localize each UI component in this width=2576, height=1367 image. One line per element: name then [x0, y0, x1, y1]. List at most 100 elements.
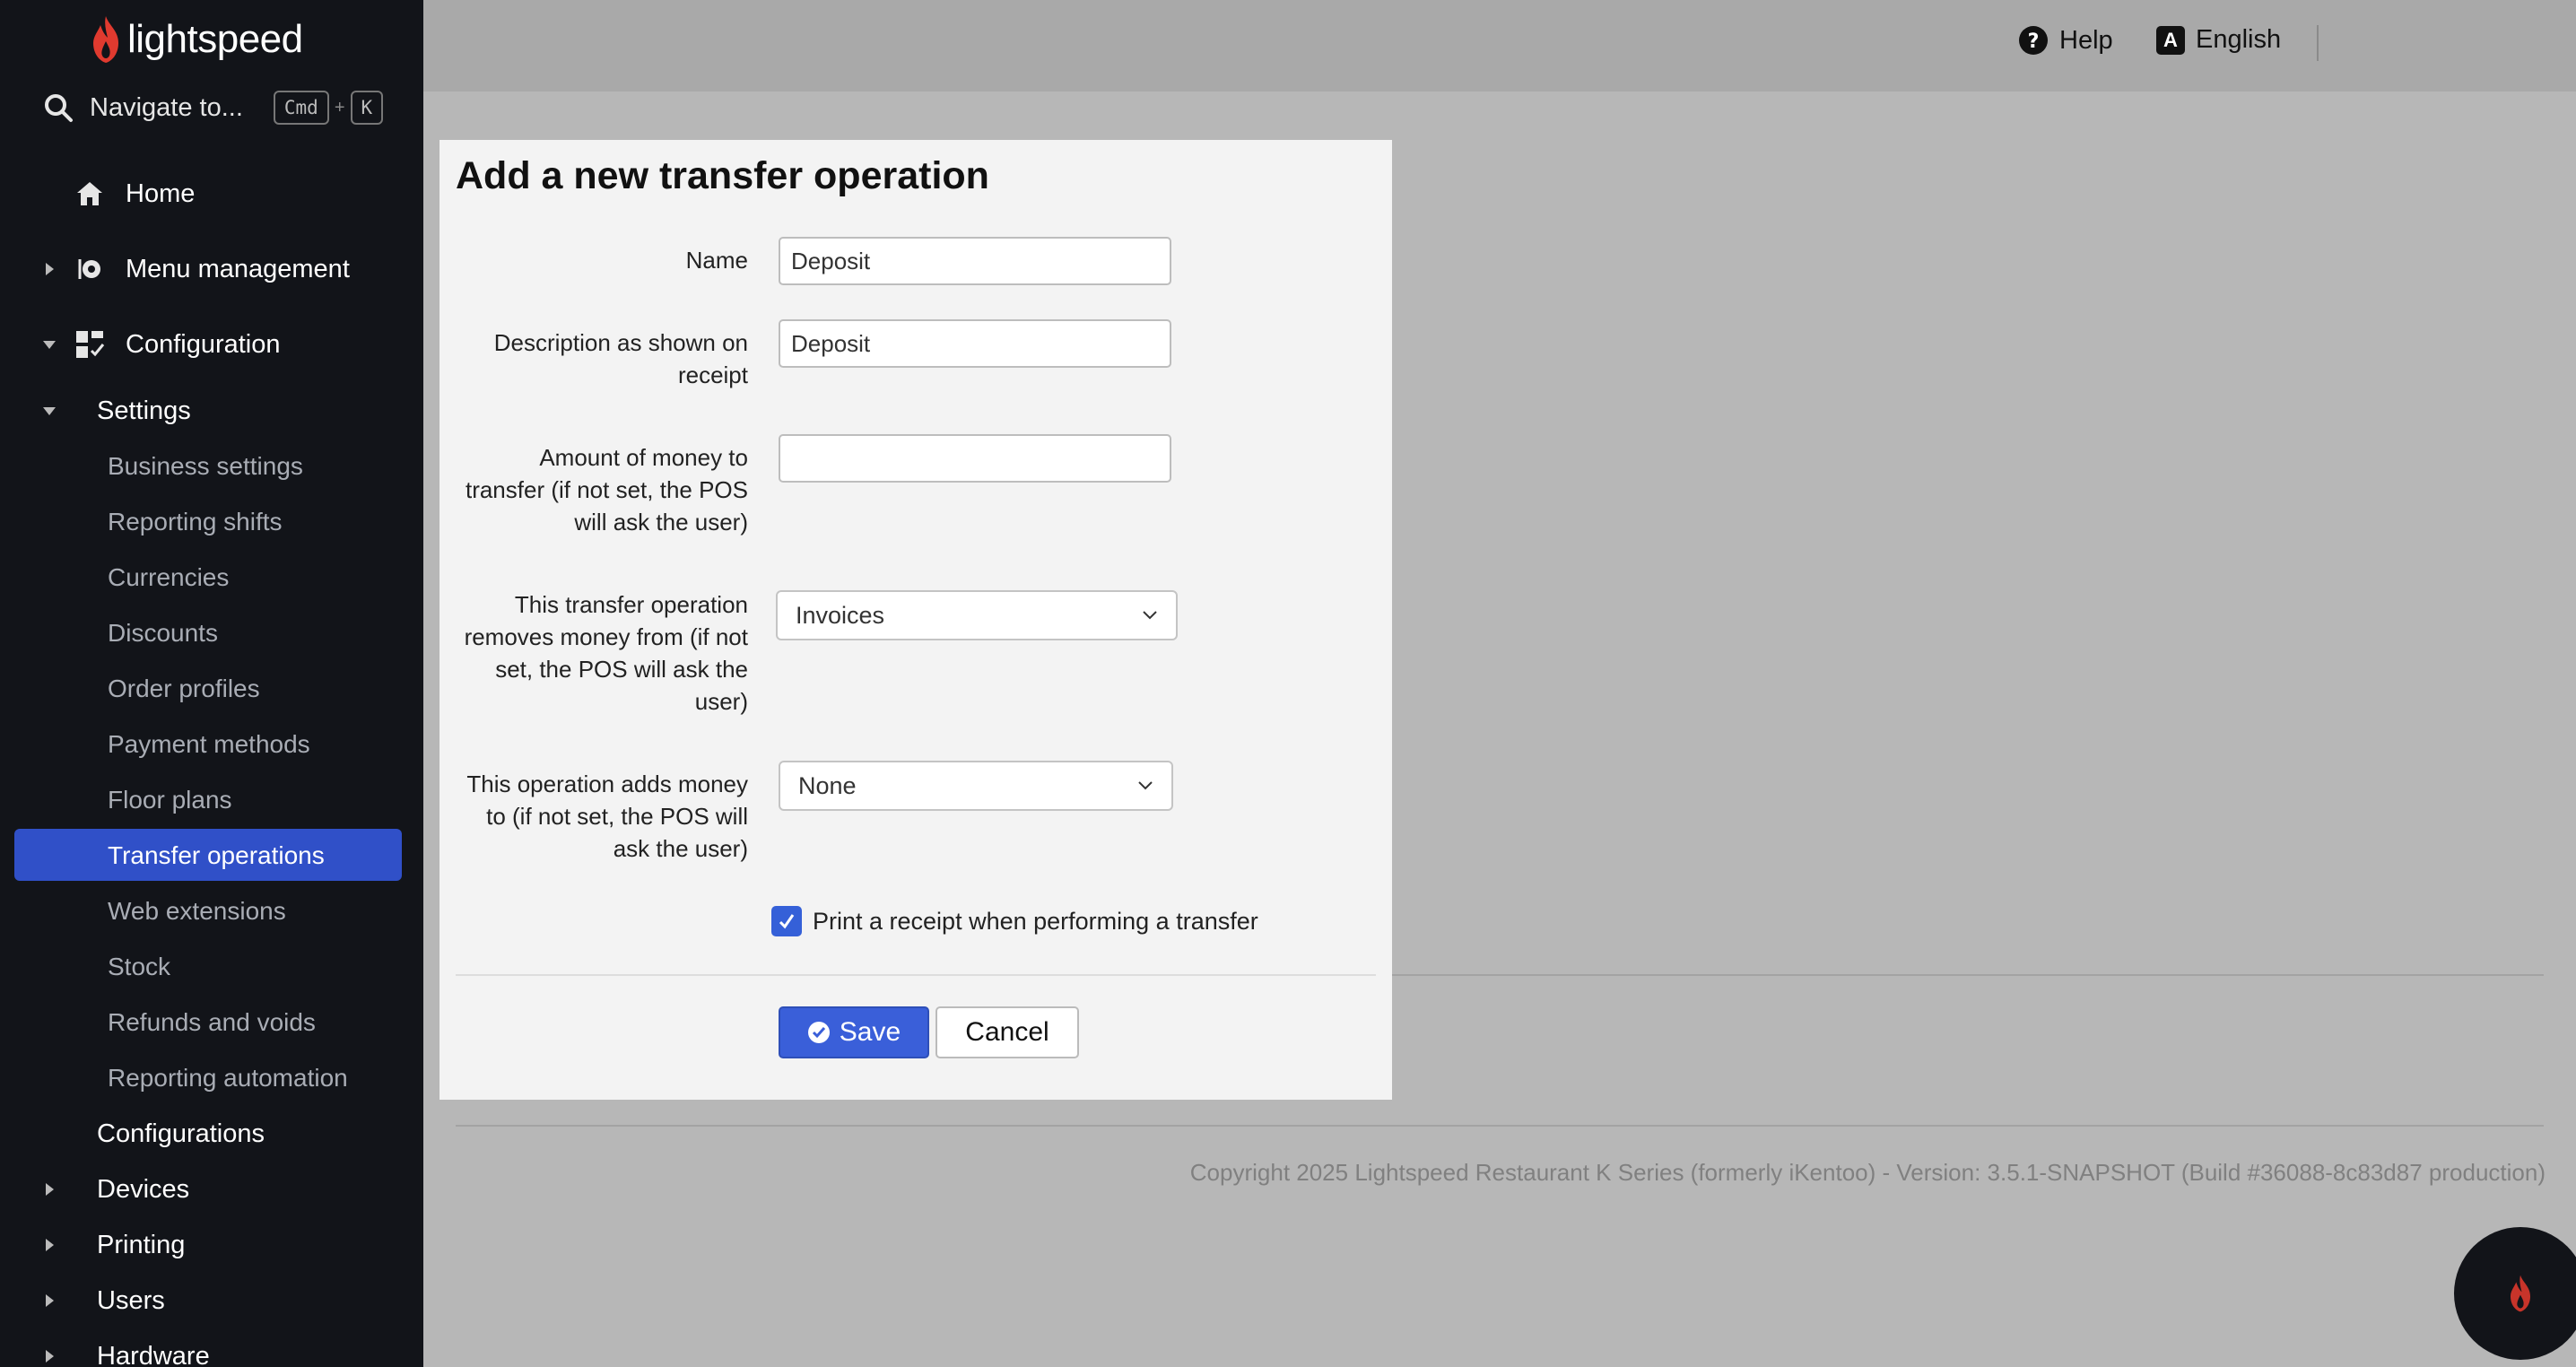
removes-label-line: removes money from (if not	[464, 623, 748, 650]
sidebar-item-reporting-automation[interactable]: Reporting automation	[0, 1060, 423, 1096]
navigate-label: Navigate to...	[90, 92, 243, 122]
sidebar-item-transfer-operations[interactable]: Transfer operations	[0, 838, 423, 874]
description-label-line: receipt	[677, 361, 748, 388]
home-icon	[74, 178, 106, 210]
caret-right-icon	[41, 1348, 57, 1364]
language-label: English	[2196, 25, 2282, 54]
caret-right-icon	[41, 1181, 57, 1197]
sidebar-item-label: Currencies	[108, 563, 230, 591]
removes-money-label: This transfer operation removes money fr…	[465, 588, 748, 718]
lightspeed-logo[interactable]: lightspeed	[88, 13, 303, 66]
sidebar-item-label: Stock	[108, 953, 171, 980]
sidebar-item-label: Devices	[97, 1174, 190, 1204]
chevron-down-icon	[1143, 611, 1157, 620]
caret-down-icon	[41, 403, 57, 419]
language-icon-letter: A	[2163, 28, 2178, 51]
sidebar-item-devices[interactable]: Devices	[0, 1171, 423, 1207]
adds-money-select[interactable]: None	[779, 761, 1173, 811]
sidebar-item-users[interactable]: Users	[0, 1283, 423, 1319]
sidebar-item-web-extensions[interactable]: Web extensions	[0, 893, 423, 929]
sidebar-item-discounts[interactable]: Discounts	[0, 615, 423, 651]
logo-text: lightspeed	[127, 17, 303, 61]
sidebar-item-label: Payment methods	[108, 730, 310, 758]
kbd-plus: +	[334, 97, 345, 118]
help-label: Help	[2059, 25, 2113, 55]
dashboard-check-icon	[74, 328, 106, 361]
sidebar-item-label: Refunds and voids	[108, 1008, 316, 1036]
amount-input[interactable]	[779, 434, 1171, 483]
sidebar-item-settings[interactable]: Settings	[0, 393, 423, 429]
menu-icon	[74, 253, 106, 285]
sidebar-item-business-settings[interactable]: Business settings	[0, 448, 423, 484]
sidebar-item-hardware[interactable]: Hardware	[0, 1338, 423, 1367]
sidebar-item-label: Configurations	[97, 1119, 265, 1148]
sidebar-item-stock[interactable]: Stock	[0, 949, 423, 985]
removes-money-select[interactable]: Invoices	[776, 590, 1178, 640]
sidebar-item-currencies[interactable]: Currencies	[0, 560, 423, 596]
print-receipt-label: Print a receipt when performing a transf…	[813, 907, 1258, 935]
check-circle-icon	[807, 1022, 830, 1043]
cancel-button[interactable]: Cancel	[936, 1006, 1079, 1058]
description-label: Description as shown on receipt	[494, 327, 748, 391]
save-button[interactable]: Save	[779, 1006, 929, 1058]
adds-money-label: This operation adds money to (if not set…	[466, 768, 748, 865]
amount-label-line: Amount of money to	[539, 444, 748, 471]
name-input[interactable]: Deposit	[779, 237, 1171, 285]
name-label-text: Name	[685, 247, 748, 274]
help-icon: ?	[2019, 26, 2048, 55]
sidebar-item-configuration[interactable]: Configuration	[0, 327, 423, 362]
dialog-title: Add a new transfer operation	[456, 154, 989, 197]
help-link[interactable]: ? Help	[2018, 25, 2113, 56]
adds-label-line: This operation adds money	[466, 771, 748, 797]
print-receipt-checkbox[interactable]	[771, 906, 802, 936]
adds-label-line: to (if not set, the POS will	[486, 803, 748, 830]
sidebar-item-label: Order profiles	[108, 675, 260, 702]
description-input-value: Deposit	[791, 329, 871, 357]
description-input[interactable]: Deposit	[779, 319, 1171, 368]
amount-label: Amount of money to transfer (if not set,…	[466, 441, 748, 538]
sidebar-item-label: Hardware	[97, 1341, 210, 1367]
removes-label-line: set, the POS will ask the	[495, 656, 748, 683]
sidebar-item-configurations[interactable]: Configurations	[0, 1116, 423, 1152]
footer-divider	[456, 1125, 2544, 1127]
caret-right-icon	[41, 1237, 57, 1253]
amount-label-line: transfer (if not set, the POS	[465, 476, 748, 503]
language-icon: A	[2156, 25, 2185, 55]
caret-down-icon	[41, 336, 57, 353]
name-input-value: Deposit	[791, 247, 871, 274]
sidebar-item-floor-plans[interactable]: Floor plans	[0, 782, 423, 818]
sidebar-item-payment-methods[interactable]: Payment methods	[0, 727, 423, 762]
sidebar-item-label: Web extensions	[108, 897, 286, 925]
sidebar-item-label: Printing	[97, 1230, 186, 1259]
sidebar-item-reporting-shifts[interactable]: Reporting shifts	[0, 504, 423, 540]
flame-logo-icon	[93, 16, 118, 63]
sidebar-item-label: Settings	[97, 396, 191, 425]
search-icon	[45, 94, 73, 122]
sidebar-item-home[interactable]: Home	[0, 176, 423, 212]
language-selector[interactable]: A English	[2156, 25, 2281, 55]
sidebar-item-menu-management[interactable]: Menu management	[0, 251, 423, 287]
removes-money-selected-value: Invoices	[796, 601, 885, 629]
sidebar-item-label: Menu management	[126, 254, 350, 283]
sidebar-item-refunds-and-voids[interactable]: Refunds and voids	[0, 1005, 423, 1040]
chat-support-button[interactable]	[2454, 1227, 2576, 1360]
flame-logo-icon	[2511, 1275, 2530, 1312]
checkmark-icon	[779, 914, 795, 929]
footer-copyright: Copyright 2025 Lightspeed Restaurant K S…	[1189, 1159, 2546, 1186]
kbd-k: K	[350, 91, 384, 125]
sidebar-item-label: Home	[126, 178, 196, 208]
sidebar: lightspeed Navigate to... Cmd + K Home M…	[0, 0, 423, 1367]
sidebar-item-label: Floor plans	[108, 786, 232, 814]
sidebar-item-order-profiles[interactable]: Order profiles	[0, 671, 423, 707]
sidebar-item-label: Reporting automation	[108, 1064, 348, 1092]
topbar-divider	[2317, 25, 2319, 61]
sidebar-item-label: Users	[97, 1285, 165, 1315]
dialog-divider	[456, 974, 1376, 976]
adds-label-line: ask the user)	[613, 835, 748, 862]
print-receipt-option[interactable]: Print a receipt when performing a transf…	[771, 906, 1258, 936]
navigate-search[interactable]: Navigate to... Cmd + K	[43, 86, 402, 129]
cancel-button-label: Cancel	[965, 1017, 1049, 1047]
sidebar-item-printing[interactable]: Printing	[0, 1227, 423, 1263]
name-label: Name	[686, 244, 748, 276]
background-divider	[1392, 974, 2544, 976]
